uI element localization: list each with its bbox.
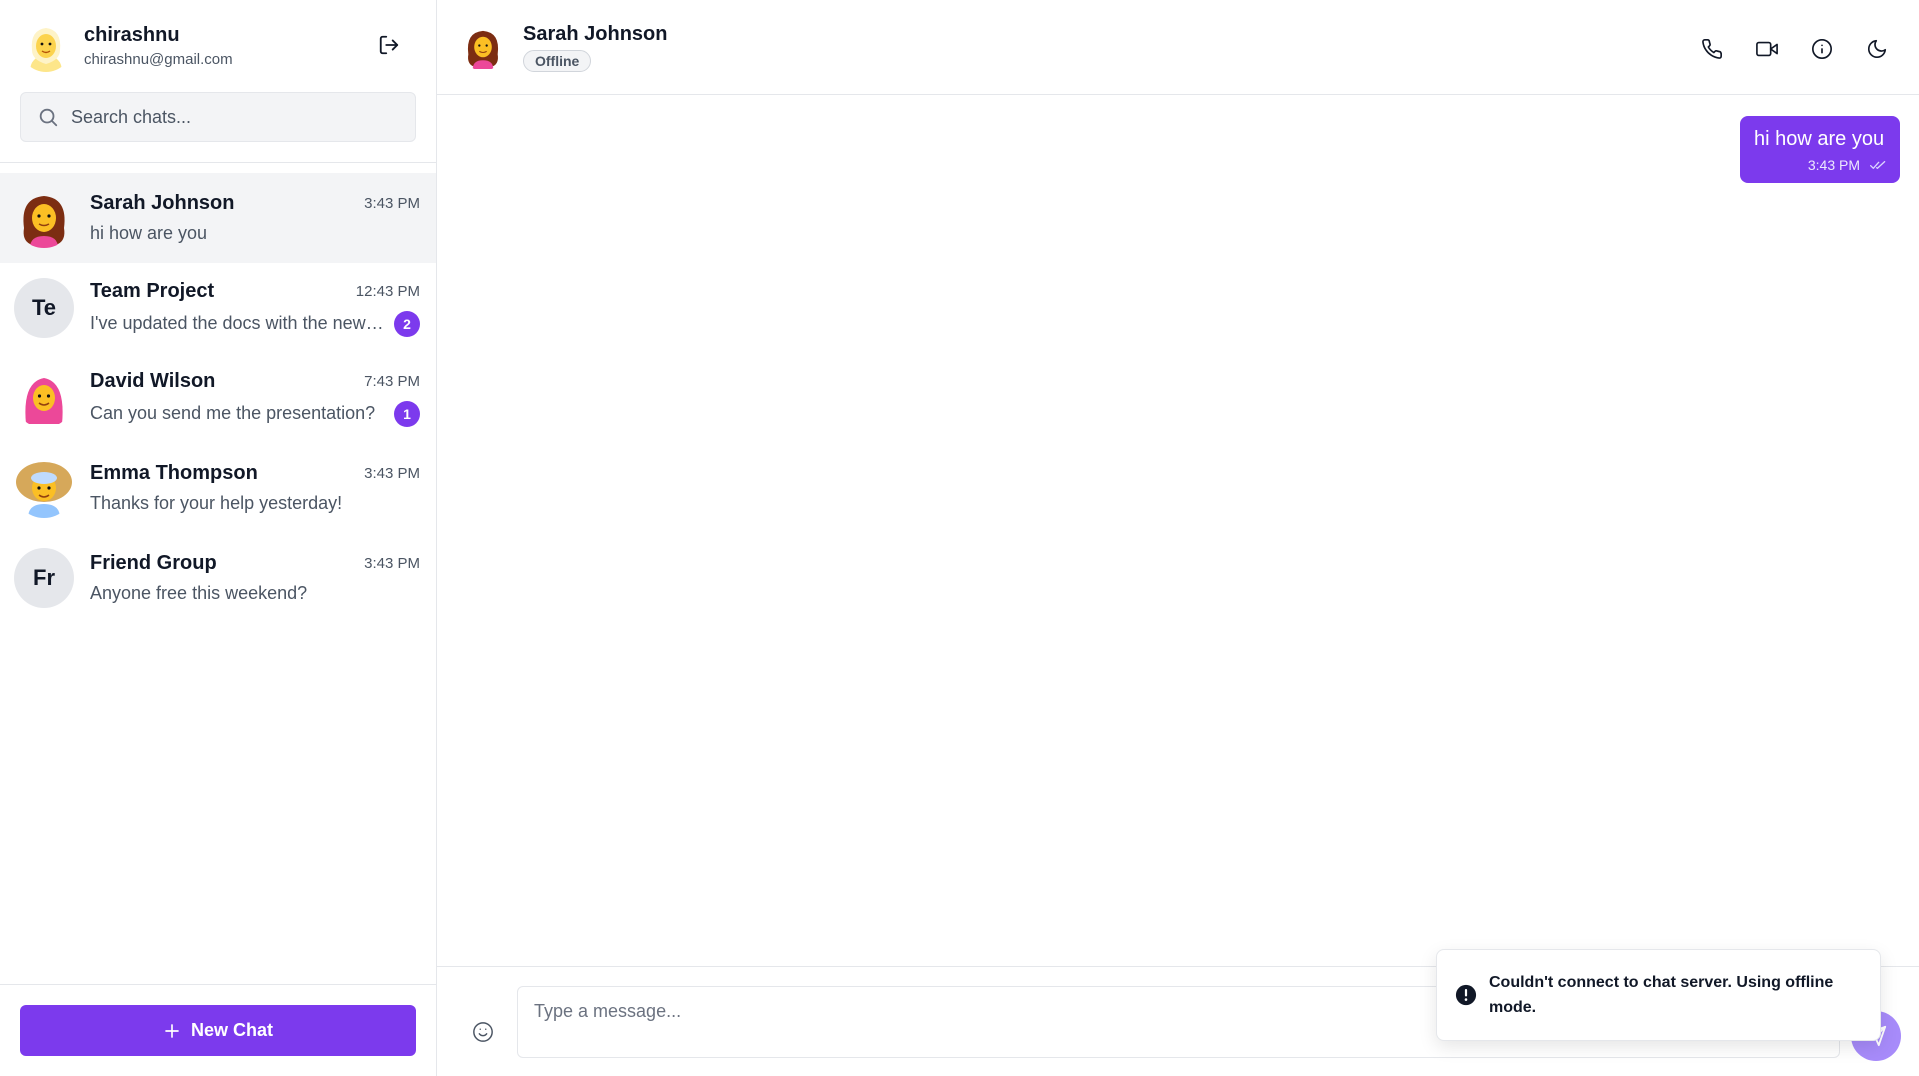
chat-time: 12:43 PM <box>355 282 420 300</box>
avatar <box>14 188 74 248</box>
user-name: chirashnu <box>84 24 180 46</box>
search-wrap <box>0 92 436 142</box>
chat-body: Emma Thompson 3:43 PM Thanks for your he… <box>90 462 420 514</box>
emoji-button[interactable] <box>472 1021 496 1045</box>
chat-preview: Can you send me the presentation? <box>90 403 376 423</box>
message-meta: 3:43 PM <box>1754 157 1886 173</box>
search-input[interactable] <box>71 106 371 128</box>
chat-header: Sarah Johnson Offline <box>437 0 1919 95</box>
logout-icon <box>379 35 399 55</box>
chat-app: chirashnu chirashnu@gmail.com Search cha… <box>0 0 1919 1076</box>
unread-badge: 2 <box>394 310 420 337</box>
smile-icon <box>473 1022 493 1042</box>
new-chat-label: New Chat <box>190 1020 273 1040</box>
chat-time: 7:43 PM <box>364 372 420 390</box>
info-button[interactable] <box>1807 34 1836 63</box>
chat-name: Emma Thompson <box>90 462 258 484</box>
chat-time: 3:43 PM <box>364 195 420 212</box>
avatar <box>14 458 74 518</box>
call-button[interactable] <box>1697 34 1726 63</box>
avatar: Te <box>14 278 74 338</box>
chat-item-david-wilson[interactable]: David Wilson 7:43 PM Can you send me the… <box>0 353 436 443</box>
user-info: chirashnu chirashnu@gmail.com <box>84 24 233 68</box>
message-time: 3:43 PM <box>1807 157 1860 173</box>
chat-preview: I've updated the docs with the new requi… <box>90 313 386 333</box>
user-avatar[interactable] <box>20 20 72 72</box>
message-list: hi how are you 3:43 PM <box>437 95 1919 966</box>
chat-name: Sarah Johnson <box>90 192 235 214</box>
sidebar-footer: New Chat <box>0 984 436 1076</box>
chat-item-sarah-johnson[interactable]: Sarah Johnson 3:43 PM hi how are you <box>0 173 436 263</box>
new-chat-button[interactable]: New Chat <box>20 1005 416 1056</box>
user-header: chirashnu chirashnu@gmail.com <box>0 0 436 92</box>
alert-circle-icon <box>1455 984 1477 1006</box>
chat-name: Friend Group <box>90 552 217 574</box>
chat-time: 3:43 PM <box>364 465 420 482</box>
chat-item-friend-group[interactable]: Fr Friend Group 3:43 PM Anyone free this… <box>0 533 436 623</box>
search-box[interactable] <box>20 92 416 142</box>
contact-info: Sarah Johnson Offline <box>523 23 667 72</box>
user-email: chirashnu@gmail.com <box>84 51 233 68</box>
chat-body: Sarah Johnson 3:43 PM hi how are you <box>90 192 420 244</box>
chat-item-emma-thompson[interactable]: Emma Thompson 3:43 PM Thanks for your he… <box>0 443 436 533</box>
search-icon <box>39 108 58 127</box>
chat-time: 3:43 PM <box>364 555 420 572</box>
header-actions <box>1697 34 1891 63</box>
status-badge: Offline <box>523 49 592 72</box>
error-toast[interactable]: Couldn't connect to chat server. Using o… <box>1436 949 1881 1041</box>
toast-message: Couldn't connect to chat server. Using o… <box>1489 974 1834 1016</box>
plus-icon <box>165 1023 179 1038</box>
info-icon <box>1811 38 1832 59</box>
unread-badge: 1 <box>394 400 420 427</box>
avatar <box>14 368 74 428</box>
contact-name: Sarah Johnson <box>523 22 668 45</box>
phone-icon <box>1701 38 1722 59</box>
message-text: hi how are you <box>1754 128 1885 150</box>
chat-item-team-project[interactable]: Te Team Project 12:43 PM I've updated th… <box>0 263 436 353</box>
chat-body: David Wilson 7:43 PM Can you send me the… <box>90 370 420 427</box>
chat-preview: Thanks for your help yesterday! <box>90 493 343 513</box>
chat-body: Friend Group 3:43 PM Anyone free this we… <box>90 552 420 604</box>
logout-button[interactable] <box>374 30 404 60</box>
chat-name: Team Project <box>90 279 215 302</box>
conversation-panel: Sarah Johnson Offline hi how are you 3:4… <box>437 0 1919 1076</box>
chat-preview: Anyone free this weekend? <box>90 583 308 603</box>
contact-avatar[interactable] <box>461 23 505 71</box>
chat-list: Sarah Johnson 3:43 PM hi how are you Te … <box>0 163 436 984</box>
chat-name: David Wilson <box>90 369 216 392</box>
double-check-icon <box>1870 161 1886 169</box>
chat-body: Team Project 12:43 PM I've updated the d… <box>90 280 420 337</box>
moon-icon <box>1867 39 1886 58</box>
video-icon <box>1755 41 1778 56</box>
avatar: Fr <box>14 548 74 608</box>
video-call-button[interactable] <box>1752 34 1781 63</box>
theme-toggle-button[interactable] <box>1862 34 1891 63</box>
chat-preview: hi how are you <box>90 223 208 243</box>
sidebar: chirashnu chirashnu@gmail.com Search cha… <box>0 0 437 1076</box>
outgoing-message[interactable]: hi how are you 3:43 PM <box>1740 116 1900 183</box>
